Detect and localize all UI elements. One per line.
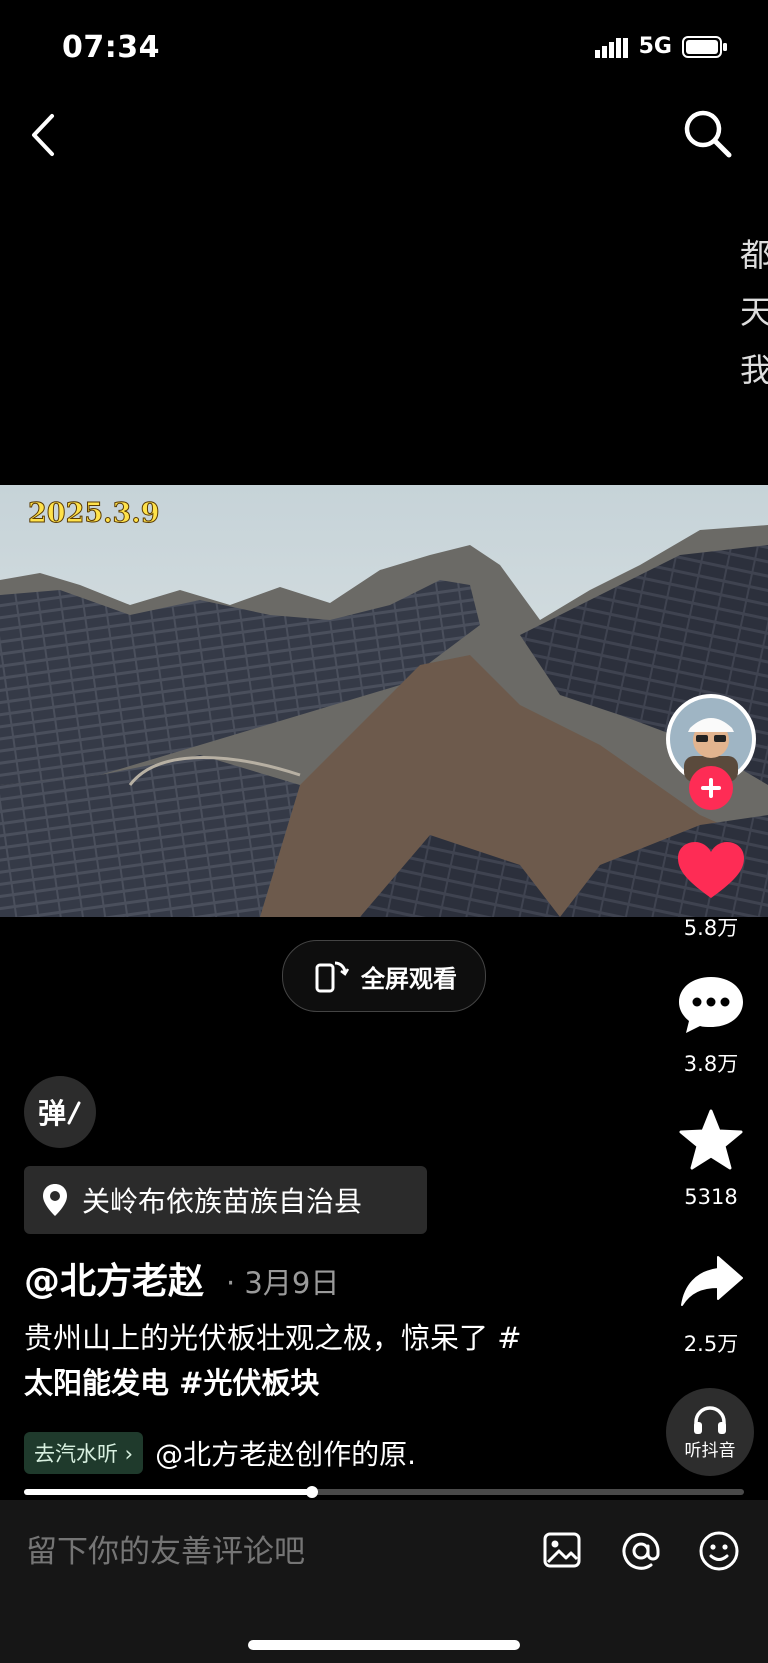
progress-fill [24, 1489, 312, 1495]
network-type: 5G [638, 34, 672, 59]
comment-count: 3.8万 [683, 1052, 739, 1076]
favorite-button[interactable] [678, 1108, 744, 1176]
progress-handle[interactable] [306, 1486, 318, 1498]
share-button[interactable] [680, 1254, 744, 1312]
listen-label: 听抖音 [684, 1440, 736, 1461]
share-count: 2.5万 [683, 1332, 739, 1356]
side-text-3: 我 [740, 351, 768, 389]
post-date: · 3月9日 [226, 1266, 340, 1300]
qishui-music-chip[interactable]: 去汽水听 › [24, 1432, 144, 1474]
mention-button[interactable] [620, 1530, 662, 1576]
signal-icon [594, 37, 628, 58]
danmu-label: 弹 [37, 1097, 66, 1130]
favorite-count: 5318 [684, 1185, 738, 1209]
heart-icon [678, 842, 744, 898]
image-icon [543, 1532, 581, 1568]
video-date-stamp: 2025.3.9 [28, 498, 161, 530]
rotate-screen-icon [315, 961, 349, 993]
comment-bubble-icon [679, 977, 743, 1033]
video-frame[interactable] [0, 485, 768, 917]
side-text-2: 天 [740, 293, 768, 331]
listen-douyin-button[interactable]: 听抖音 [666, 1388, 754, 1476]
battery-icon [682, 35, 727, 58]
comment-button[interactable] [676, 974, 746, 1040]
music-row[interactable]: 去汽水听 › @北方老赵创作的原. [24, 1432, 416, 1474]
danmu-slash-icon [67, 1101, 81, 1125]
plus-icon [701, 778, 721, 798]
emoji-button[interactable] [698, 1530, 740, 1576]
back-arrow-icon [32, 114, 54, 156]
status-time: 07:34 [62, 30, 160, 65]
star-icon [679, 1109, 743, 1170]
video-progress-bar[interactable] [24, 1489, 744, 1495]
fullscreen-label: 全屏观看 [361, 964, 457, 993]
status-icons: 5G [594, 34, 728, 59]
comment-input[interactable] [24, 1533, 508, 1571]
fullscreen-button[interactable]: 全屏观看 [282, 940, 486, 1012]
share-arrow-icon [681, 1256, 743, 1306]
search-button[interactable] [682, 108, 734, 164]
home-indicator[interactable] [248, 1640, 520, 1650]
caption-hashtags[interactable]: 太阳能发电 #光伏板块 [24, 1361, 624, 1406]
side-text-1: 都 [740, 236, 768, 274]
smiley-icon [699, 1531, 739, 1571]
author-name[interactable]: @北方老赵 [24, 1252, 204, 1304]
location-tag[interactable]: 关岭布依族苗族自治县 [24, 1166, 427, 1234]
solar-mountain-image [0, 485, 768, 917]
music-title: @北方老赵创作的原. [155, 1438, 416, 1471]
search-icon [684, 110, 732, 158]
follow-button[interactable] [689, 766, 733, 810]
headphones-icon [694, 1405, 726, 1434]
danmu-toggle[interactable]: 弹 [24, 1076, 96, 1148]
at-sign-icon [622, 1532, 660, 1570]
post-caption[interactable]: 贵州山上的光伏板壮观之极，惊呆了 # 太阳能发电 #光伏板块 [24, 1316, 624, 1406]
like-button[interactable] [666, 840, 756, 906]
image-button[interactable] [542, 1530, 582, 1574]
back-button[interactable] [26, 112, 60, 162]
like-count: 5.8万 [683, 916, 739, 940]
location-pin-icon [43, 1184, 67, 1216]
location-label: 关岭布依族苗族自治县 [82, 1185, 363, 1218]
comment-bar [0, 1500, 768, 1663]
caption-text: 贵州山上的光伏板壮观之极，惊呆了 # [24, 1321, 522, 1355]
